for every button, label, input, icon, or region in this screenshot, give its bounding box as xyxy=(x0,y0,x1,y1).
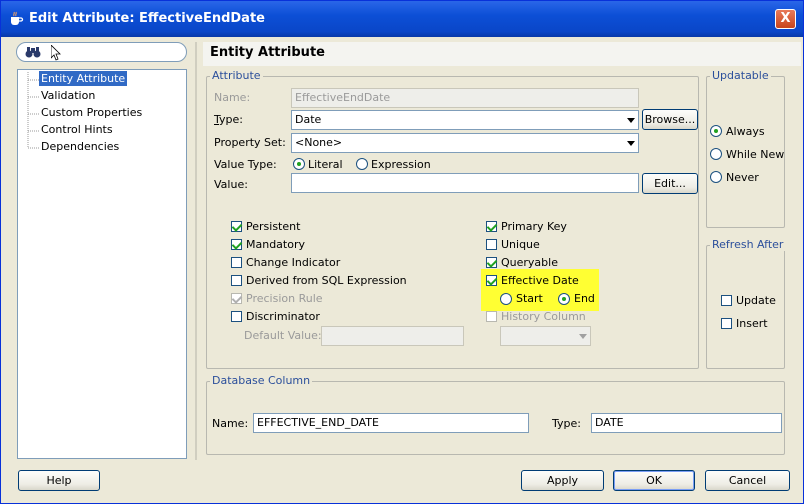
end-label: End xyxy=(574,292,595,305)
name-label: Name: xyxy=(214,91,251,104)
queryable-label: Queryable xyxy=(501,256,558,269)
change-indicator-label: Change Indicator xyxy=(246,256,341,269)
never-radio[interactable] xyxy=(710,171,722,183)
page-header: Entity Attribute xyxy=(203,42,801,66)
browse-button[interactable]: Browse... xyxy=(642,109,698,130)
db-name-label: Name: xyxy=(212,417,249,430)
chevron-down-icon xyxy=(627,118,635,123)
edit-button[interactable]: Edit... xyxy=(642,173,698,194)
refresh-after-legend: Refresh After xyxy=(710,238,786,251)
coffee-cup-icon xyxy=(8,11,24,27)
queryable-checkbox[interactable] xyxy=(486,257,498,268)
persistent-checkbox[interactable] xyxy=(231,221,243,232)
update-label: Update xyxy=(736,294,776,307)
primary-key-label: Primary Key xyxy=(501,220,567,233)
page-title: Entity Attribute xyxy=(210,45,325,60)
value-input[interactable] xyxy=(291,173,639,193)
unique-label: Unique xyxy=(501,238,540,251)
value-label: Value: xyxy=(214,178,248,191)
property-set-value: <None> xyxy=(295,136,343,149)
ok-button[interactable]: OK xyxy=(613,470,695,491)
attribute-legend: Attribute xyxy=(210,69,263,82)
chevron-down-icon xyxy=(579,334,587,339)
refresh-after-group xyxy=(706,245,785,369)
insert-checkbox[interactable] xyxy=(721,318,732,329)
while-new-radio[interactable] xyxy=(710,148,722,160)
change-indicator-checkbox[interactable] xyxy=(231,257,242,268)
history-column-select xyxy=(500,326,591,346)
effective-date-label: Effective Date xyxy=(501,274,579,287)
database-column-legend: Database Column xyxy=(210,374,313,387)
type-value: Date xyxy=(295,113,322,126)
always-label: Always xyxy=(726,125,765,138)
start-label: Start xyxy=(516,292,543,305)
unique-checkbox[interactable] xyxy=(486,239,497,250)
chevron-down-icon xyxy=(627,141,635,146)
while-new-label: While New xyxy=(726,148,785,161)
navigation-tree: Entity Attribute Validation Custom Prope… xyxy=(17,69,187,459)
effective-date-checkbox[interactable] xyxy=(486,275,498,286)
apply-button[interactable]: Apply xyxy=(521,470,604,491)
property-set-select[interactable]: <None> xyxy=(291,133,639,153)
precision-rule-checkbox xyxy=(231,293,243,304)
start-radio[interactable] xyxy=(500,293,512,305)
tree-item-dependencies[interactable]: Dependencies xyxy=(41,140,119,153)
tree-item-entity-attribute[interactable]: Entity Attribute xyxy=(39,71,128,86)
window-title: Edit Attribute: EffectiveEndDate xyxy=(29,11,265,26)
never-label: Never xyxy=(726,171,759,184)
name-field: EffectiveEndDate xyxy=(291,88,639,108)
binoculars-icon[interactable] xyxy=(25,45,41,59)
mandatory-checkbox[interactable] xyxy=(231,239,243,250)
default-value-field xyxy=(321,326,464,346)
discriminator-checkbox[interactable] xyxy=(231,311,242,322)
tree-item-validation[interactable]: Validation xyxy=(41,89,95,102)
title-bar[interactable]: Edit Attribute: EffectiveEndDate X xyxy=(1,1,803,37)
derived-label: Derived from SQL Expression xyxy=(246,274,407,287)
pane-splitter[interactable] xyxy=(195,42,197,460)
tree-item-control-hints[interactable]: Control Hints xyxy=(41,123,113,136)
primary-key-checkbox[interactable] xyxy=(486,221,498,232)
history-column-label: History Column xyxy=(501,310,586,323)
tree-item-custom-properties[interactable]: Custom Properties xyxy=(41,106,142,119)
search-input[interactable] xyxy=(16,42,187,62)
mouse-cursor-icon xyxy=(50,44,61,61)
expression-label: Expression xyxy=(371,158,431,171)
insert-label: Insert xyxy=(736,317,768,330)
update-checkbox[interactable] xyxy=(721,295,732,306)
history-column-checkbox xyxy=(486,311,497,322)
literal-label: Literal xyxy=(308,158,343,171)
cancel-button[interactable]: Cancel xyxy=(705,470,790,491)
db-type-label: Type: xyxy=(552,417,581,430)
property-set-label: Property Set: xyxy=(214,136,286,149)
expression-radio[interactable] xyxy=(356,158,368,170)
precision-rule-label: Precision Rule xyxy=(246,292,323,305)
db-type-input[interactable]: DATE xyxy=(591,413,782,433)
mandatory-label: Mandatory xyxy=(246,238,306,251)
default-value-label: Default Value: xyxy=(244,329,322,342)
type-label: Type: xyxy=(214,113,243,126)
discriminator-label: Discriminator xyxy=(246,310,320,323)
value-type-label: Value Type: xyxy=(214,158,277,171)
updatable-legend: Updatable xyxy=(710,69,771,82)
type-select[interactable]: Date xyxy=(291,110,639,130)
persistent-label: Persistent xyxy=(246,220,301,233)
close-button[interactable]: X xyxy=(775,9,796,29)
dialog-window: Edit Attribute: EffectiveEndDate X Entit… xyxy=(0,0,804,504)
literal-radio[interactable] xyxy=(293,158,305,170)
db-name-input[interactable]: EFFECTIVE_END_DATE xyxy=(253,413,529,433)
always-radio[interactable] xyxy=(710,125,722,137)
end-radio[interactable] xyxy=(558,293,570,305)
help-button[interactable]: Help xyxy=(18,470,100,491)
derived-checkbox[interactable] xyxy=(231,275,242,286)
